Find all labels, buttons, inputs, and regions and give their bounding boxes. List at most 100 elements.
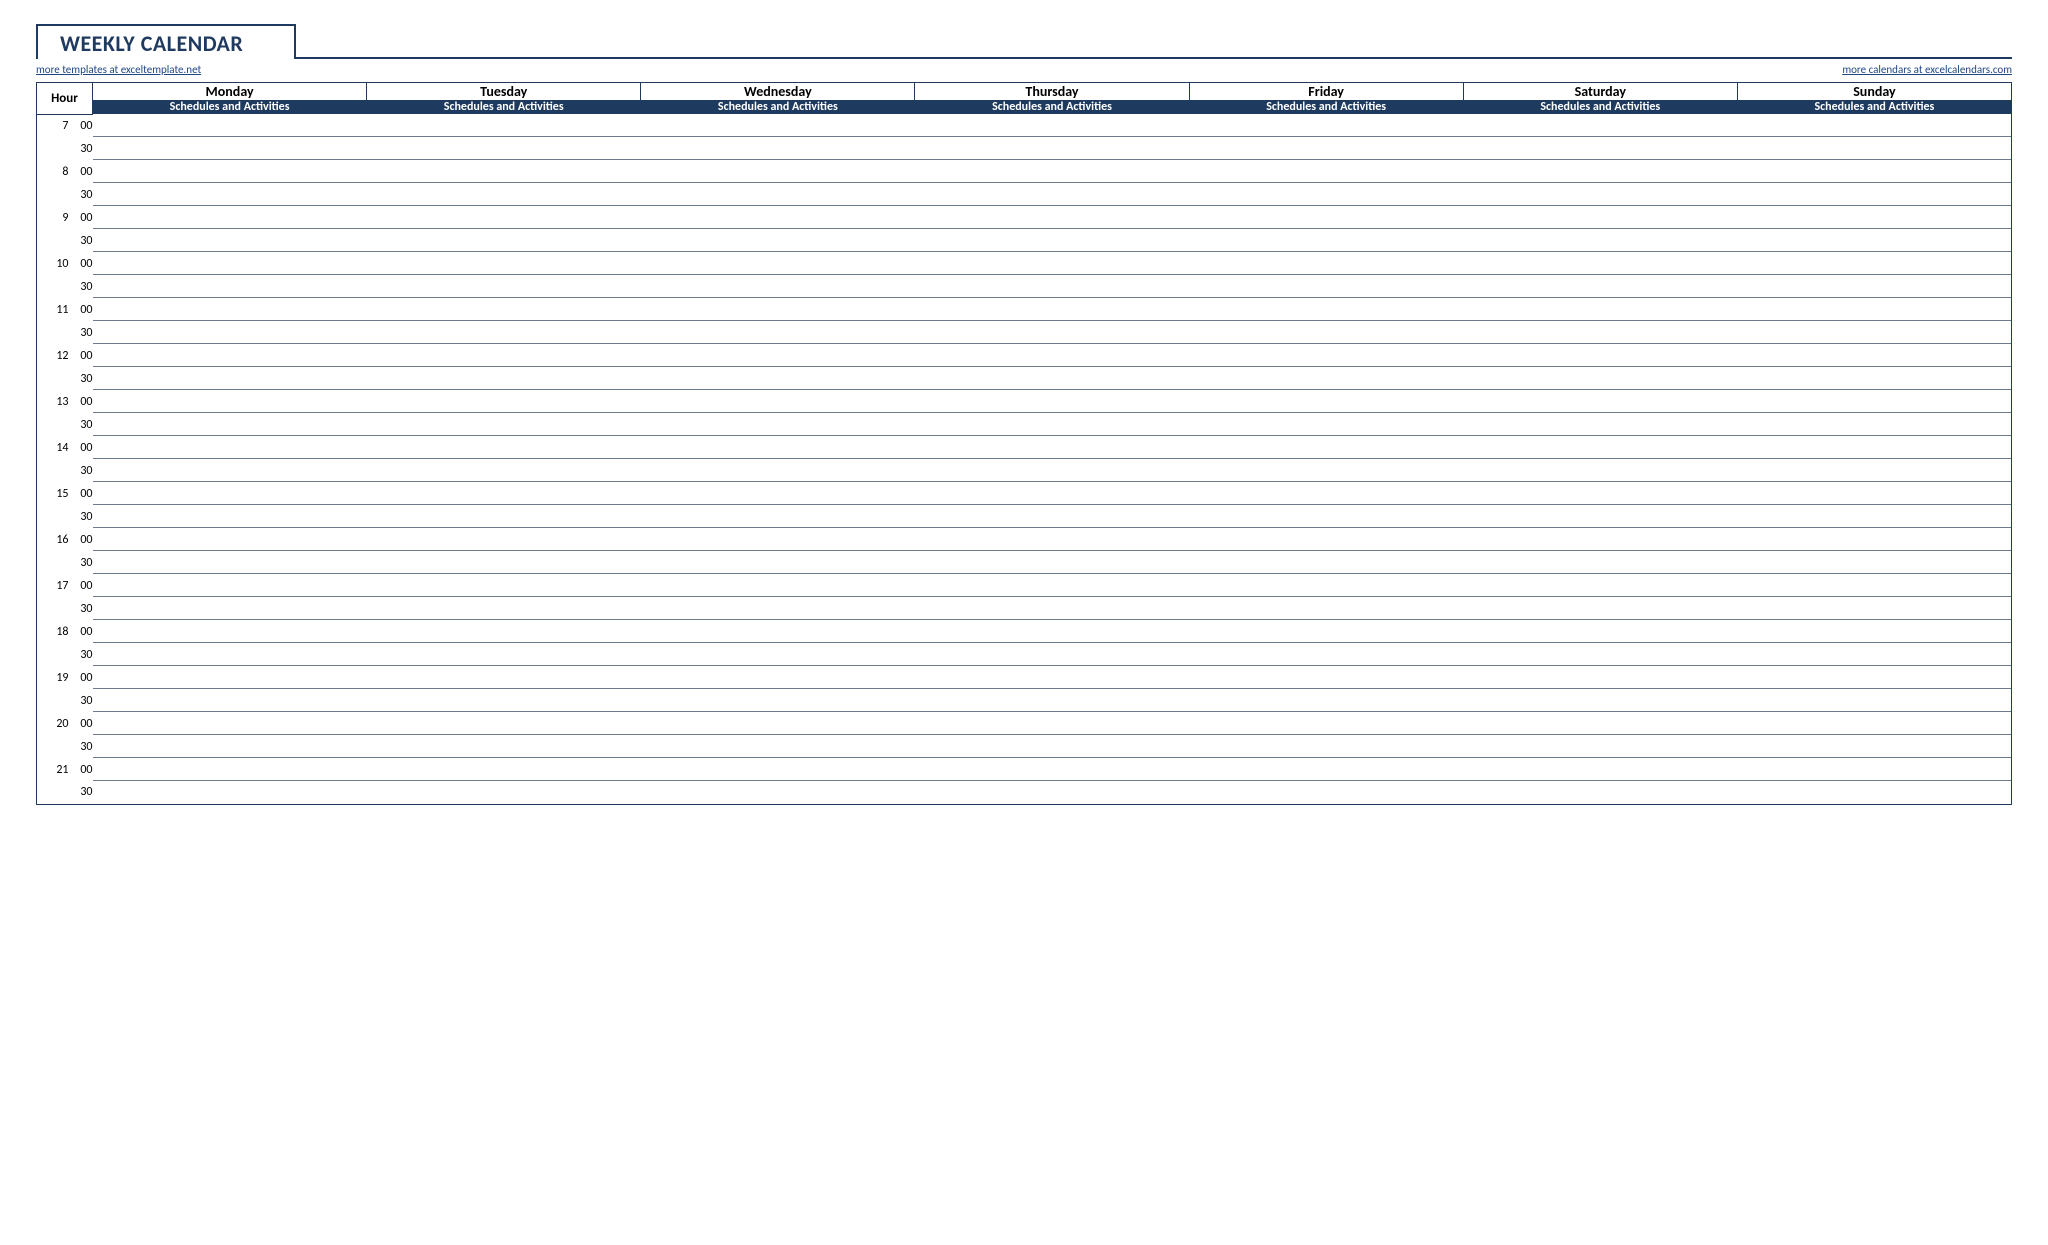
schedule-slot[interactable] [641,390,915,413]
schedule-slot[interactable] [641,643,915,666]
schedule-slot[interactable] [1463,528,1737,551]
schedule-slot[interactable] [93,712,367,735]
schedule-slot[interactable] [1737,689,2011,712]
schedule-slot[interactable] [93,459,367,482]
schedule-slot[interactable] [1189,643,1463,666]
schedule-slot[interactable] [93,597,367,620]
schedule-slot[interactable] [1463,597,1737,620]
schedule-slot[interactable] [1737,620,2011,643]
schedule-slot[interactable] [915,183,1189,206]
schedule-slot[interactable] [93,758,367,781]
schedule-slot[interactable] [641,735,915,758]
schedule-slot[interactable] [93,321,367,344]
schedule-slot[interactable] [1463,459,1737,482]
schedule-slot[interactable] [1737,252,2011,275]
schedule-slot[interactable] [93,735,367,758]
schedule-slot[interactable] [93,206,367,229]
schedule-slot[interactable] [93,436,367,459]
schedule-slot[interactable] [1189,206,1463,229]
schedule-slot[interactable] [1737,735,2011,758]
schedule-slot[interactable] [367,298,641,321]
schedule-slot[interactable] [641,482,915,505]
schedule-slot[interactable] [93,344,367,367]
schedule-slot[interactable] [1737,160,2011,183]
schedule-slot[interactable] [93,528,367,551]
schedule-slot[interactable] [367,528,641,551]
schedule-slot[interactable] [1463,344,1737,367]
schedule-slot[interactable] [93,505,367,528]
schedule-slot[interactable] [1189,367,1463,390]
schedule-slot[interactable] [367,390,641,413]
schedule-slot[interactable] [1463,758,1737,781]
schedule-slot[interactable] [1737,528,2011,551]
schedule-slot[interactable] [93,413,367,436]
schedule-slot[interactable] [915,482,1189,505]
schedule-slot[interactable] [915,735,1189,758]
schedule-slot[interactable] [915,689,1189,712]
schedule-slot[interactable] [367,413,641,436]
schedule-slot[interactable] [915,551,1189,574]
schedule-slot[interactable] [93,689,367,712]
schedule-slot[interactable] [1463,321,1737,344]
schedule-slot[interactable] [1189,666,1463,689]
schedule-slot[interactable] [1463,367,1737,390]
schedule-slot[interactable] [1189,344,1463,367]
schedule-slot[interactable] [1189,436,1463,459]
schedule-slot[interactable] [1189,712,1463,735]
schedule-slot[interactable] [1463,229,1737,252]
schedule-slot[interactable] [641,367,915,390]
schedule-slot[interactable] [1189,390,1463,413]
schedule-slot[interactable] [641,689,915,712]
schedule-slot[interactable] [1737,114,2011,137]
schedule-slot[interactable] [93,620,367,643]
schedule-slot[interactable] [367,321,641,344]
schedule-slot[interactable] [915,666,1189,689]
schedule-slot[interactable] [1737,137,2011,160]
schedule-slot[interactable] [915,781,1189,804]
schedule-slot[interactable] [1189,137,1463,160]
schedule-slot[interactable] [641,275,915,298]
schedule-slot[interactable] [641,413,915,436]
schedule-slot[interactable] [367,482,641,505]
schedule-slot[interactable] [367,551,641,574]
schedule-slot[interactable] [915,620,1189,643]
schedule-slot[interactable] [367,666,641,689]
schedule-slot[interactable] [1189,482,1463,505]
schedule-slot[interactable] [1189,229,1463,252]
schedule-slot[interactable] [915,298,1189,321]
schedule-slot[interactable] [1737,551,2011,574]
schedule-slot[interactable] [915,344,1189,367]
schedule-slot[interactable] [1463,574,1737,597]
schedule-slot[interactable] [93,574,367,597]
schedule-slot[interactable] [367,781,641,804]
schedule-slot[interactable] [93,298,367,321]
schedule-slot[interactable] [1189,298,1463,321]
schedule-slot[interactable] [367,436,641,459]
schedule-slot[interactable] [367,620,641,643]
schedule-slot[interactable] [1463,298,1737,321]
schedule-slot[interactable] [93,781,367,804]
schedule-slot[interactable] [1463,551,1737,574]
schedule-slot[interactable] [93,137,367,160]
schedule-slot[interactable] [641,597,915,620]
schedule-slot[interactable] [93,252,367,275]
schedule-slot[interactable] [93,367,367,390]
schedule-slot[interactable] [367,137,641,160]
schedule-slot[interactable] [915,321,1189,344]
schedule-slot[interactable] [93,114,367,137]
schedule-slot[interactable] [1737,413,2011,436]
schedule-slot[interactable] [1737,666,2011,689]
schedule-slot[interactable] [641,206,915,229]
schedule-slot[interactable] [93,643,367,666]
schedule-slot[interactable] [367,252,641,275]
schedule-slot[interactable] [367,643,641,666]
schedule-slot[interactable] [1189,574,1463,597]
schedule-slot[interactable] [93,666,367,689]
schedule-slot[interactable] [1189,114,1463,137]
schedule-slot[interactable] [1737,344,2011,367]
schedule-slot[interactable] [641,183,915,206]
schedule-slot[interactable] [1463,505,1737,528]
schedule-slot[interactable] [1463,390,1737,413]
schedule-slot[interactable] [1189,413,1463,436]
schedule-slot[interactable] [1189,459,1463,482]
